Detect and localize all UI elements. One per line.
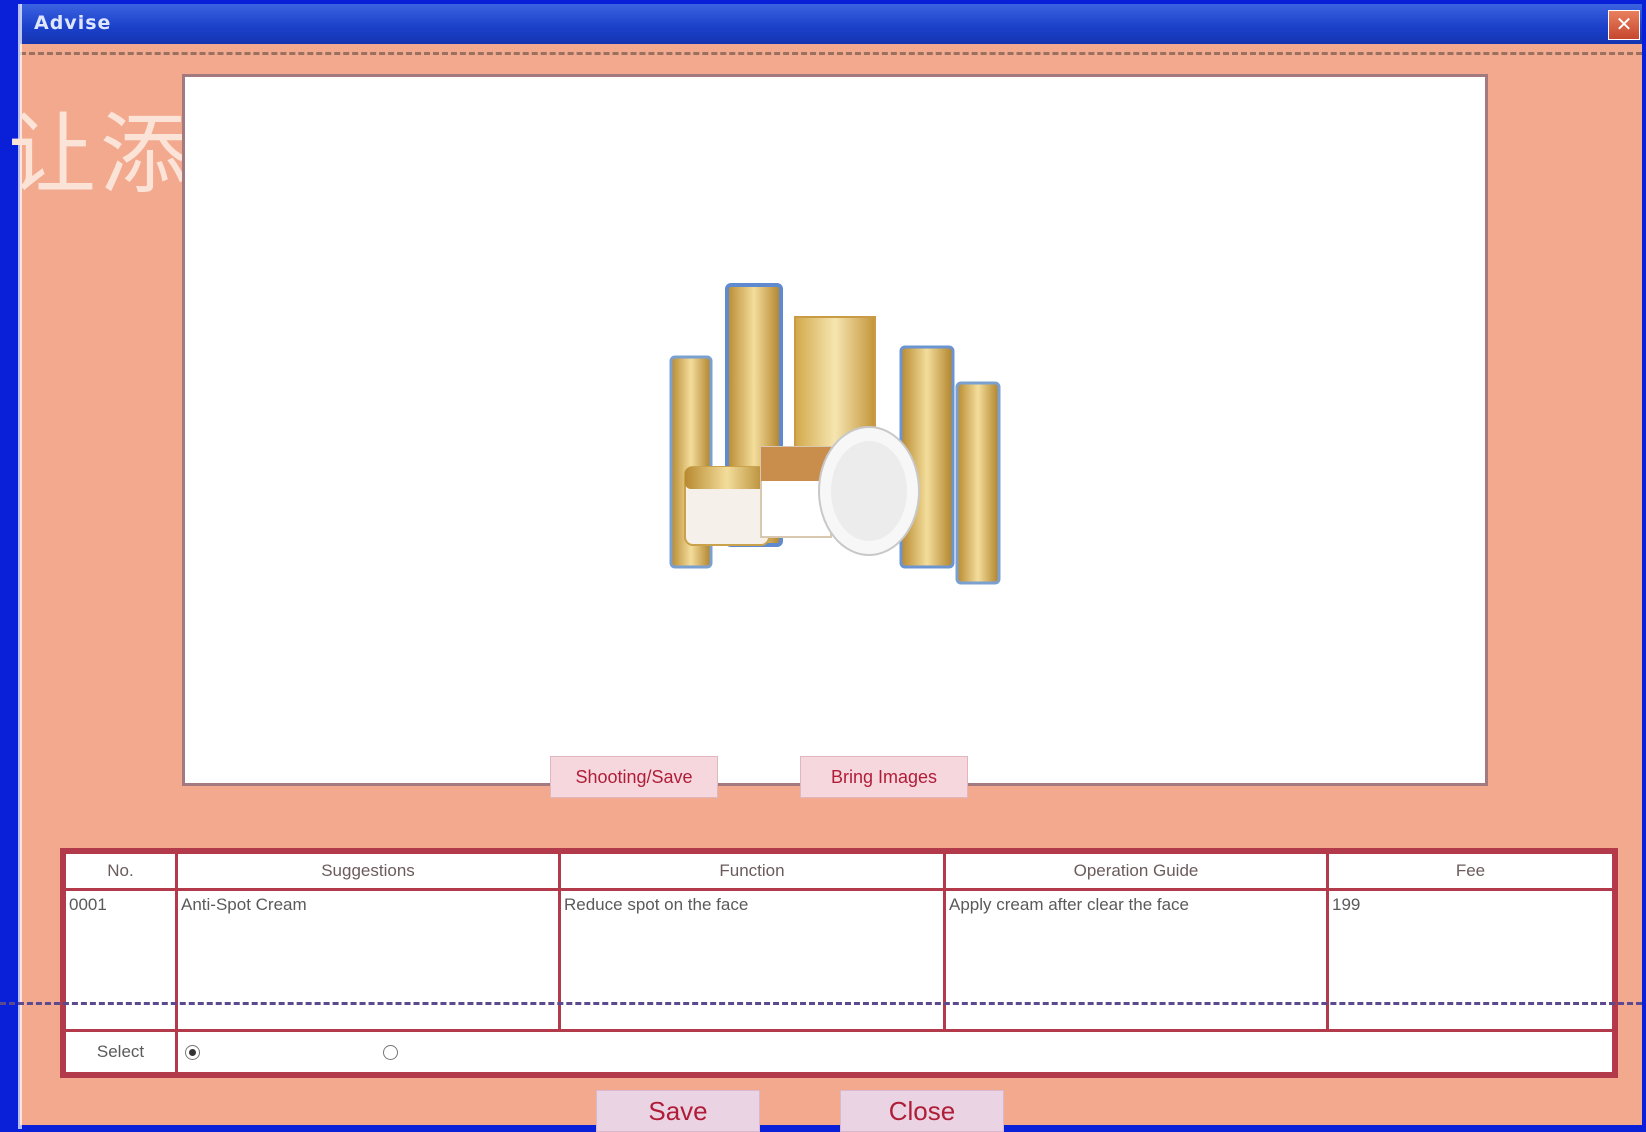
select-options bbox=[175, 1029, 1615, 1075]
cell-function: Reduce spot on the face bbox=[558, 888, 946, 1032]
divider bbox=[20, 52, 1642, 55]
window-title: Advise bbox=[34, 12, 112, 34]
divider bbox=[0, 1002, 1642, 1005]
column-header-operation-guide: Operation Guide bbox=[943, 851, 1329, 891]
bring-images-button[interactable]: Bring Images bbox=[800, 756, 968, 798]
table-header-row: No. Suggestions Function Operation Guide… bbox=[63, 851, 1615, 891]
table-row[interactable]: 0001 Anti-Spot Cream Reduce spot on the … bbox=[63, 888, 1615, 1032]
select-label: Select bbox=[63, 1029, 178, 1075]
dialog-body: 让添 Shooting/Save Bring Images No. Sugges… bbox=[0, 4, 1642, 1132]
select-row: Select bbox=[63, 1029, 1615, 1075]
select-radio-1[interactable] bbox=[185, 1045, 200, 1061]
title-bar: Advise ✕ bbox=[20, 4, 1642, 44]
close-icon[interactable]: ✕ bbox=[1608, 10, 1640, 40]
column-header-suggestions: Suggestions bbox=[175, 851, 561, 891]
select-radio-2[interactable] bbox=[382, 1045, 398, 1061]
cell-suggestion: Anti-Spot Cream bbox=[175, 888, 561, 1032]
column-header-no: No. bbox=[63, 851, 178, 891]
column-header-fee: Fee bbox=[1326, 851, 1615, 891]
advice-table: No. Suggestions Function Operation Guide… bbox=[60, 848, 1618, 1078]
save-button[interactable]: Save bbox=[596, 1090, 760, 1132]
cell-no: 0001 bbox=[63, 888, 178, 1032]
shooting-save-button[interactable]: Shooting/Save bbox=[550, 756, 718, 798]
close-button[interactable]: Close bbox=[840, 1090, 1004, 1132]
image-preview bbox=[182, 74, 1488, 786]
cell-operation-guide: Apply cream after clear the face bbox=[943, 888, 1329, 1032]
column-header-function: Function bbox=[558, 851, 946, 891]
watermark-text: 让添 bbox=[8, 103, 193, 206]
cell-fee: 199 bbox=[1326, 888, 1615, 1032]
product-image bbox=[669, 283, 1001, 585]
